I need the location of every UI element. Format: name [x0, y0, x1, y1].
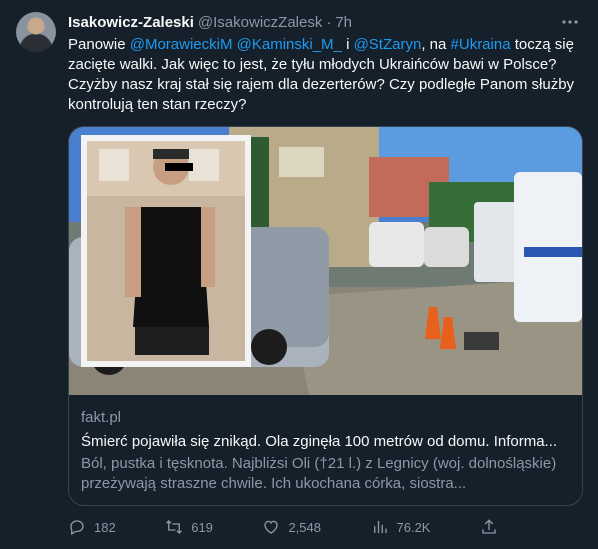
mention-link[interactable]: @Kaminski_M_ [237, 36, 342, 53]
retweet-count: 619 [191, 519, 213, 535]
tweet[interactable]: Isakowicz-Zaleski @IsakowiczZalesk · 7h … [0, 0, 598, 549]
reply-icon [70, 520, 84, 535]
link-card-domain: fakt.pl [81, 409, 122, 426]
reply-count: 182 [94, 519, 116, 535]
share-icon [482, 519, 496, 534]
link-card-image[interactable] [69, 127, 582, 395]
tweet-actions: 182 619 2,548 76.2K [68, 516, 498, 538]
tweet-text-part: Panowie [68, 36, 130, 53]
more-icon[interactable] [558, 12, 582, 32]
retweet-icon [166, 520, 183, 534]
mention-link[interactable]: @StZaryn [354, 36, 422, 53]
link-card-meta[interactable]: fakt.pl Śmierć pojawiła się znikąd. Ola … [81, 408, 570, 494]
separator-dot: · [326, 13, 332, 31]
like-count: 2,548 [288, 519, 321, 535]
link-card-description: Ból, pustka i tęsknota. Najbliżsi Oli (†… [81, 455, 557, 492]
tweet-timestamp[interactable]: 7h [335, 14, 352, 31]
mention-link[interactable]: @MorawieckiM [130, 36, 233, 53]
hashtag-link[interactable]: #Ukraina [451, 36, 511, 53]
tweet-text-part: , na [421, 36, 451, 53]
link-card-title: Śmierć pojawiła się znikąd. Ola zginęła … [81, 433, 558, 450]
retweet-button[interactable]: 619 [165, 516, 213, 538]
tweet-text-part: i [341, 36, 354, 53]
author-display-name[interactable]: Isakowicz-Zaleski [68, 14, 194, 31]
like-icon [264, 520, 279, 534]
views-count: 76.2K [396, 519, 431, 535]
views-icon [373, 521, 387, 533]
tweet-header: Isakowicz-Zaleski @IsakowiczZalesk · 7h [68, 12, 582, 32]
share-button[interactable] [480, 516, 498, 538]
link-card[interactable]: fakt.pl Śmierć pojawiła się znikąd. Ola … [68, 126, 583, 506]
views-button[interactable]: 76.2K [371, 516, 431, 538]
author-handle[interactable]: @IsakowiczZalesk [198, 14, 322, 31]
tweet-text: Panowie @MorawieckiM @Kaminski_M_ i @StZ… [68, 35, 586, 115]
author-avatar[interactable] [16, 12, 56, 52]
like-button[interactable]: 2,548 [262, 516, 321, 538]
reply-button[interactable]: 182 [68, 516, 116, 538]
